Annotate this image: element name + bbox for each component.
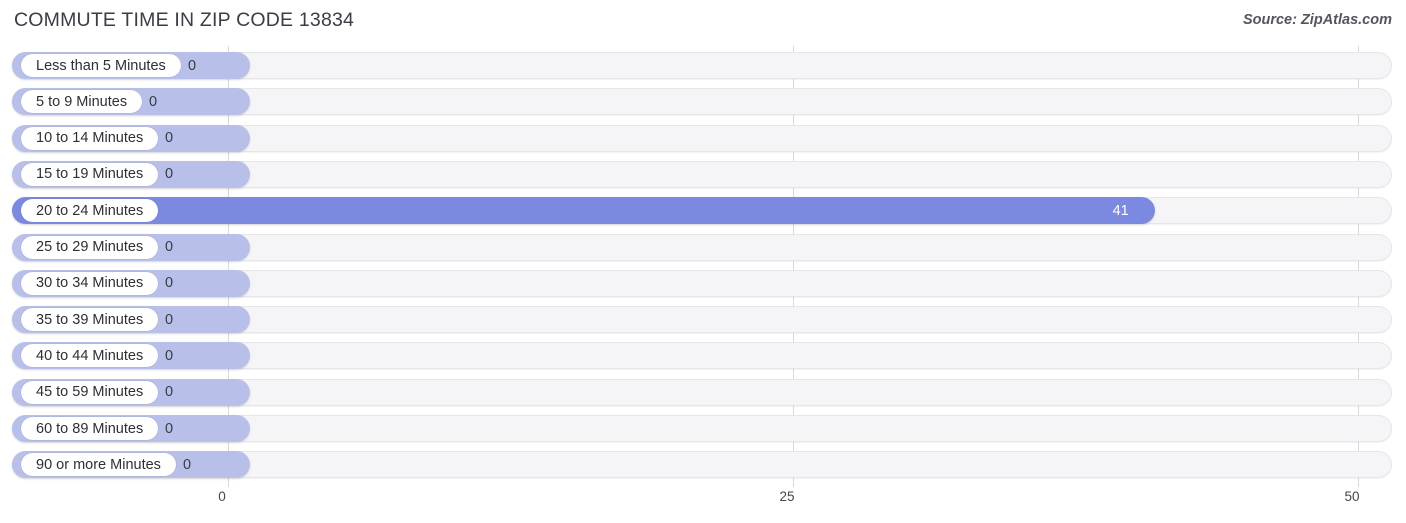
- bar-value-label: 0: [188, 57, 197, 74]
- chart-plot-area: Less than 5 Minutes 0 5 to 9 Minutes 0 10 to…: [0, 46, 1406, 487]
- bar-row[interactable]: 35 to 39 Minutes 0: [12, 306, 1392, 334]
- bar-value-label: 0: [183, 456, 192, 473]
- bar-category-label: 25 to 29 Minutes: [21, 235, 159, 259]
- bar-value-label: 0: [165, 166, 174, 183]
- source-attribution: Source: ZipAtlas.com: [1242, 12, 1392, 28]
- bar-value-label: 0: [165, 384, 174, 401]
- x-axis: 0 25 50: [0, 487, 1406, 523]
- x-axis-tick-label: 0: [218, 489, 226, 504]
- bar-category-label: 30 to 34 Minutes: [21, 271, 159, 295]
- bar-row[interactable]: 60 to 89 Minutes 0: [12, 415, 1392, 442]
- bar-row[interactable]: 30 to 34 Minutes 0: [12, 269, 1392, 297]
- bar-row[interactable]: 90 or more Minutes 0: [12, 451, 1392, 479]
- bar-value-label: 0: [149, 93, 158, 110]
- bar-category-label: 40 to 44 Minutes: [21, 344, 159, 368]
- bar-category-label: 15 to 19 Minutes: [21, 162, 159, 186]
- bar-value-label: 0: [165, 239, 174, 255]
- bar-row[interactable]: 5 to 9 Minutes 0: [12, 88, 1392, 116]
- chart-header: COMMUTE TIME IN ZIP CODE 13834 Source: Z…: [0, 0, 1406, 46]
- bar-category-label: 35 to 39 Minutes: [21, 308, 159, 332]
- bar-category-label: Less than 5 Minutes: [21, 54, 181, 77]
- bar-value-label: 0: [165, 275, 174, 292]
- x-axis-tick-label: 25: [779, 489, 795, 504]
- bar-category-label: 20 to 24 Minutes: [21, 199, 159, 223]
- x-axis-tick-label: 50: [1344, 489, 1360, 504]
- bar-rows: Less than 5 Minutes 0 5 to 9 Minutes 0 10 to…: [0, 46, 1406, 487]
- bar-row[interactable]: 10 to 14 Minutes 0: [12, 124, 1392, 152]
- bar-value-label: 41: [1112, 202, 1129, 219]
- bar-category-label: 5 to 9 Minutes: [21, 90, 143, 114]
- bar-row[interactable]: 40 to 44 Minutes 0: [12, 342, 1392, 370]
- bar-row[interactable]: 15 to 19 Minutes 0: [12, 160, 1392, 188]
- bar-value-label: 0: [165, 130, 174, 147]
- bar-row[interactable]: 20 to 24 Minutes 41: [12, 197, 1392, 225]
- bar-value-label: 0: [165, 347, 174, 364]
- bar-category-label: 45 to 59 Minutes: [21, 380, 159, 404]
- page-title: COMMUTE TIME IN ZIP CODE 13834: [14, 9, 355, 31]
- bar-row[interactable]: Less than 5 Minutes 0: [12, 52, 1392, 79]
- bar-fill: [12, 197, 1155, 225]
- bar-category-label: 10 to 14 Minutes: [21, 126, 159, 150]
- bar-row[interactable]: 45 to 59 Minutes 0: [12, 378, 1392, 406]
- bar-value-label: 0: [165, 311, 174, 328]
- bar-category-label: 90 or more Minutes: [21, 453, 176, 477]
- bar-row[interactable]: 25 to 29 Minutes 0: [12, 233, 1392, 261]
- bar-category-label: 60 to 89 Minutes: [21, 417, 159, 440]
- bar-value-label: 0: [165, 420, 174, 437]
